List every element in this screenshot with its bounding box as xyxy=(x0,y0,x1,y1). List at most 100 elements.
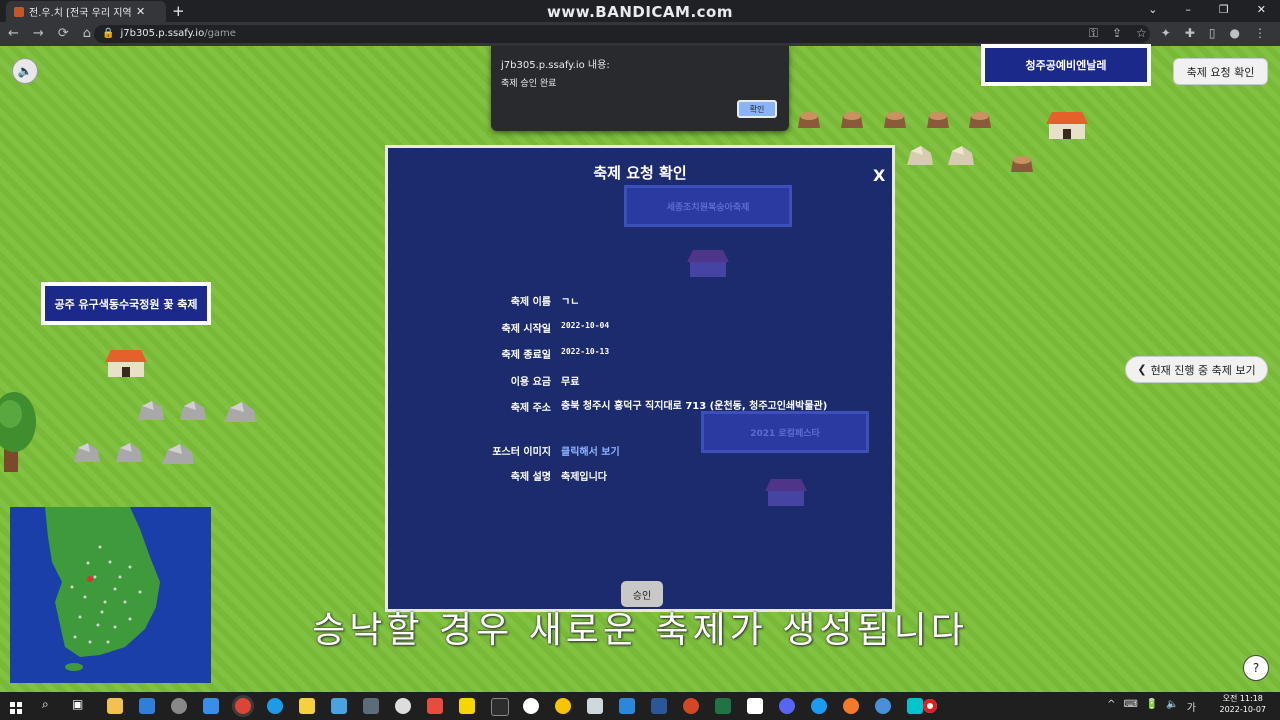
search-icon[interactable]: ⌕ xyxy=(42,697,49,712)
kakaotalk-icon[interactable] xyxy=(459,698,475,714)
festival-request-modal: 축제 요청 확인 X 세종조치원복숭아축제 2021 로컬페스타 축제 이름 ㄱ… xyxy=(385,145,895,612)
task-view-icon[interactable]: ▣ xyxy=(72,697,83,711)
window-controls: ⌄ – ❐ ✕ xyxy=(1148,3,1266,16)
korea-map-icon xyxy=(45,507,160,671)
app-icon[interactable] xyxy=(331,698,347,714)
app-icon[interactable] xyxy=(779,698,795,714)
edge-icon[interactable] xyxy=(267,698,283,714)
tree-icon xyxy=(0,392,36,472)
background-festival-label: 2021 로컬페스타 xyxy=(701,411,869,453)
festival-start-label: 축제 시작일 xyxy=(501,324,551,335)
share-icon[interactable]: ⇪ xyxy=(1112,26,1122,41)
current-festivals-button[interactable]: ❮ 현재 진행 중 축제 보기 xyxy=(1125,356,1268,383)
sidebar-icon[interactable]: ▯ xyxy=(1209,26,1216,41)
home-icon[interactable]: ⌂ xyxy=(83,26,91,41)
windows-start-icon[interactable] xyxy=(10,699,22,714)
rock-icon xyxy=(74,443,100,462)
mail-icon[interactable] xyxy=(139,698,155,714)
docker-icon[interactable] xyxy=(811,698,827,714)
puzzle-icon[interactable]: ✚ xyxy=(1185,26,1195,41)
sticky-notes-icon[interactable] xyxy=(299,698,315,714)
festival-request-button[interactable]: 축제 요청 확인 xyxy=(1173,58,1268,85)
profile-icon[interactable]: ● xyxy=(1230,26,1240,41)
festival-name-label: 축제 이름 xyxy=(510,297,551,308)
festival-label-gongju[interactable]: 공주 유구색동수국정원 꽃 축제 xyxy=(41,282,211,325)
word-icon[interactable] xyxy=(651,698,667,714)
tree-stump-icon xyxy=(927,112,949,128)
powerpoint-icon[interactable] xyxy=(683,698,699,714)
excel-icon[interactable] xyxy=(715,698,731,714)
festival-label-cheongju[interactable]: 청주공예비엔날레 xyxy=(981,44,1151,86)
volume-icon[interactable]: 🔈 xyxy=(1166,699,1178,714)
address-bar-icons: ⚿ ⇪ ☆ ✦ ✚ ▯ ● ⋮ xyxy=(1089,26,1266,41)
vscode-icon[interactable] xyxy=(619,698,635,714)
bandicam-watermark: www.BANDICAM.com xyxy=(546,3,733,21)
modal-close-button[interactable]: X xyxy=(873,166,885,185)
blender-icon[interactable] xyxy=(843,698,859,714)
current-festivals-label: 현재 진행 중 축제 보기 xyxy=(1150,363,1256,377)
poster-label: 포스터 이미지 xyxy=(492,447,551,458)
lock-icon[interactable]: 🔒 xyxy=(102,28,114,39)
forward-icon[interactable]: → xyxy=(33,26,44,41)
description-value: 축제입니다 xyxy=(561,472,607,483)
keyboard-icon[interactable]: ⌨ xyxy=(1123,699,1137,714)
speaker-icon[interactable]: 🔈 xyxy=(12,58,38,84)
key-icon[interactable]: ⚿ xyxy=(1089,26,1098,41)
url-host: j7b305.p.ssafy.io xyxy=(120,28,205,39)
korea-minimap[interactable] xyxy=(10,507,211,683)
alert-ok-button[interactable]: 확인 xyxy=(737,100,777,118)
fee-label: 이용 요금 xyxy=(510,377,551,388)
close-window-button[interactable]: ✕ xyxy=(1257,3,1266,16)
house-icon xyxy=(105,350,147,377)
extension-icon[interactable]: ✦ xyxy=(1161,26,1171,41)
help-icon[interactable]: ? xyxy=(1243,655,1269,681)
back-icon[interactable]: ← xyxy=(8,26,19,41)
chevron-left-icon: ❮ xyxy=(1137,363,1147,376)
chrome-icon[interactable] xyxy=(235,698,251,714)
address-label: 축제 주소 xyxy=(510,403,551,414)
record-icon[interactable] xyxy=(923,699,937,713)
file-explorer-icon[interactable] xyxy=(107,698,123,714)
notion-icon[interactable] xyxy=(747,698,763,714)
tree-stump-icon xyxy=(969,112,991,128)
fee-value: 무료 xyxy=(561,377,580,388)
app-icon[interactable] xyxy=(587,698,603,714)
rock-icon xyxy=(180,401,206,420)
windows-taskbar xyxy=(0,692,1280,720)
house-icon xyxy=(765,479,807,506)
house-icon xyxy=(1046,112,1088,139)
bookmark-star-icon[interactable]: ☆ xyxy=(1136,26,1147,41)
calculator-icon[interactable] xyxy=(363,698,379,714)
timer-icon[interactable] xyxy=(523,698,539,714)
rock-icon xyxy=(116,443,142,462)
festival-end-value: 2022-10-13 xyxy=(561,347,610,356)
clock-icon[interactable] xyxy=(395,698,411,714)
clock-date: 2022-10-07 xyxy=(1219,705,1267,714)
app-icon[interactable] xyxy=(427,698,443,714)
background-festival-label: 세종조치원복숭아축제 xyxy=(624,185,792,227)
description-label: 축제 설명 xyxy=(510,472,551,483)
app-icon[interactable] xyxy=(907,698,923,714)
clock[interactable]: 오전 11:18 2022-10-07 xyxy=(1220,693,1267,715)
settings-icon[interactable] xyxy=(171,698,187,714)
rock-icon xyxy=(224,402,256,422)
poster-link[interactable]: 클릭해서 보기 xyxy=(561,443,620,458)
menu-icon[interactable]: ⋮ xyxy=(1254,26,1266,41)
tray-expand-icon[interactable]: ^ xyxy=(1107,699,1115,714)
battery-icon[interactable]: 🔋 xyxy=(1146,699,1158,714)
store-icon[interactable] xyxy=(203,698,219,714)
app-icon[interactable] xyxy=(875,698,891,714)
festival-start-value: 2022-10-04 xyxy=(561,321,610,330)
ime-icon[interactable]: 가 xyxy=(1187,699,1196,714)
terminal-icon[interactable] xyxy=(491,698,509,716)
minimize-button[interactable]: – xyxy=(1185,3,1191,16)
tab-search-icon[interactable]: ⌄ xyxy=(1148,3,1157,16)
nav-buttons: ← → ⟳ ⌂ xyxy=(8,26,91,41)
url-field[interactable]: 🔒 j7b305.p.ssafy.io/game xyxy=(94,25,1150,43)
system-tray: ^ ⌨ 🔋 🔈 가 xyxy=(1107,699,1196,714)
reload-icon[interactable]: ⟳ xyxy=(58,26,69,41)
restore-button[interactable]: ❐ xyxy=(1219,3,1229,16)
rock-icon xyxy=(138,401,164,420)
media-player-icon[interactable] xyxy=(555,698,571,714)
tree-stump-icon xyxy=(1011,156,1033,172)
